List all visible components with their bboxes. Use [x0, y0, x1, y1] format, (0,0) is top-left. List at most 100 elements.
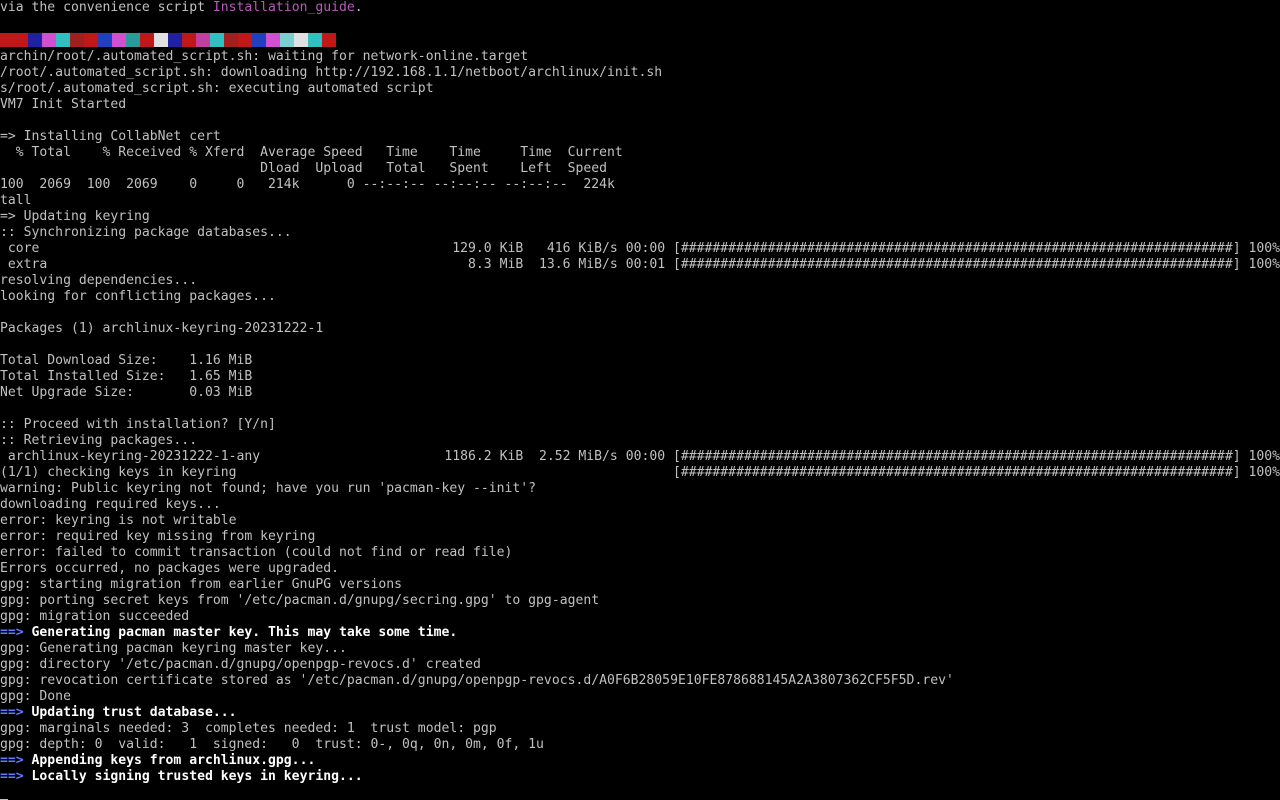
- terminal-line: gpg: migration succeeded: [0, 609, 1280, 625]
- progress-status: 129.0 KiB 416 KiB/s 00:00 [#############…: [452, 241, 1280, 256]
- progress-status: [#######################################…: [673, 465, 1280, 480]
- terminal-line: Dload Upload Total Spent Left Speed: [0, 161, 1280, 177]
- line-text: gpg: Done: [0, 689, 71, 704]
- terminal-line: gpg: marginals needed: 3 completes neede…: [0, 721, 1280, 737]
- banner-block: [154, 33, 168, 47]
- terminal-line: gpg: revocation certificate stored as '/…: [0, 673, 1280, 689]
- arrow-prefix: ==>: [0, 769, 24, 784]
- terminal-line: Total Download Size: 1.16 MiB: [0, 353, 1280, 369]
- line-text: => Installing CollabNet cert: [0, 129, 221, 144]
- line-text: gpg: porting secret keys from '/etc/pacm…: [0, 593, 600, 608]
- line-text: Total Download Size: 1.16 MiB: [0, 353, 253, 368]
- line-text: gpg: migration succeeded: [0, 609, 190, 624]
- line-text: error: required key missing from keyring: [0, 529, 316, 544]
- banner-block: [168, 33, 182, 47]
- line-text: Dload Upload Total Spent Left Speed: [0, 161, 607, 176]
- banner-block: [224, 33, 238, 47]
- banner-block: [196, 33, 210, 47]
- line-text: core: [0, 241, 40, 256]
- banner-block: [42, 33, 56, 47]
- banner-block: [252, 33, 266, 47]
- terminal-line: s/root/.automated_script.sh: executing a…: [0, 81, 1280, 97]
- banner-block: [280, 33, 294, 47]
- line-text: (1/1) checking keys in keyring: [0, 465, 237, 480]
- banner-block: [70, 33, 84, 47]
- terminal-line: % Total % Received % Xferd Average Speed…: [0, 145, 1280, 161]
- banner-block: [294, 33, 308, 47]
- arrow-prefix: ==>: [0, 753, 24, 768]
- banner-block: [84, 33, 98, 47]
- line-text: gpg: starting migration from earlier Gnu…: [0, 577, 403, 592]
- terminal-line: 100 2069 100 2069 0 0 214k 0 --:--:-- --…: [0, 177, 1280, 193]
- terminal-line: archlinux-keyring-20231222-1-any 1186.2 K…: [0, 449, 1280, 465]
- terminal-line: VM7 Init Started: [0, 97, 1280, 113]
- line-text: Total Installed Size: 1.65 MiB: [0, 369, 253, 384]
- terminal-line: [0, 785, 1280, 800]
- progress-status: 8.3 MiB 13.6 MiB/s 00:01 [##############…: [468, 257, 1280, 272]
- line-text: :: Synchronizing package databases...: [0, 225, 292, 240]
- line-text: tall: [0, 193, 32, 208]
- banner-block: [266, 33, 280, 47]
- line-text: Errors occurred, no packages were upgrad…: [0, 561, 339, 576]
- terminal-line: Packages (1) archlinux-keyring-20231222-…: [0, 321, 1280, 337]
- line-text: :: Retrieving packages...: [0, 433, 198, 448]
- line-text: VM7 Init Started: [0, 97, 127, 112]
- terminal-line: ==> Appending keys from archlinux.gpg...: [0, 753, 1280, 769]
- terminal-line: :: Retrieving packages...: [0, 433, 1280, 449]
- banner-block: [182, 33, 196, 47]
- line-text: Packages (1) archlinux-keyring-20231222-…: [0, 321, 324, 336]
- terminal-output[interactable]: via the convenience script Installation_…: [0, 0, 1280, 800]
- terminal-line: error: required key missing from keyring: [0, 529, 1280, 545]
- terminal-line: tall: [0, 193, 1280, 209]
- terminal-line: => Installing CollabNet cert: [0, 129, 1280, 145]
- line-text: extra: [0, 257, 48, 272]
- line-text: s/root/.automated_script.sh: executing a…: [0, 81, 434, 96]
- line-text: % Total % Received % Xferd Average Speed…: [0, 145, 623, 160]
- terminal-line: looking for conflicting packages...: [0, 289, 1280, 305]
- progress-status: 1186.2 KiB 2.52 MiB/s 00:00 [###########…: [444, 449, 1280, 464]
- line-text: gpg: depth: 0 valid: 1 signed: 0 trust: …: [0, 737, 544, 752]
- banner-block: [238, 33, 252, 47]
- terminal-line: downloading required keys...: [0, 497, 1280, 513]
- line-text: Generating pacman master key. This may t…: [23, 625, 458, 640]
- line-text: archin/root/.automated_script.sh: waitin…: [0, 49, 529, 64]
- terminal-line: extra 8.3 MiB 13.6 MiB/s 00:01 [#########…: [0, 257, 1280, 273]
- terminal-line: error: failed to commit transaction (cou…: [0, 545, 1280, 561]
- line-text: gpg: Generating pacman keyring master ke…: [0, 641, 347, 656]
- terminal-line: ==> Generating pacman master key. This m…: [0, 625, 1280, 641]
- terminal-line: gpg: depth: 0 valid: 1 signed: 0 trust: …: [0, 737, 1280, 753]
- color-banner: [0, 33, 1280, 49]
- line-text: Updating trust database...: [23, 705, 237, 720]
- line-text: archlinux-keyring-20231222-1-any: [0, 449, 261, 464]
- line-text: Locally signing trusted keys in keyring.…: [23, 769, 363, 784]
- terminal-line: => Updating keyring: [0, 209, 1280, 225]
- terminal-line: error: keyring is not writable: [0, 513, 1280, 529]
- line-text: looking for conflicting packages...: [0, 289, 276, 304]
- banner-block: [98, 33, 112, 47]
- terminal-line: gpg: Generating pacman keyring master ke…: [0, 641, 1280, 657]
- line-text: downloading required keys...: [0, 497, 221, 512]
- terminal-line: ==> Updating trust database...: [0, 705, 1280, 721]
- terminal-line: :: Synchronizing package databases...: [0, 225, 1280, 241]
- arrow-prefix: ==>: [0, 625, 24, 640]
- terminal-line: gpg: starting migration from earlier Gnu…: [0, 577, 1280, 593]
- line-text: via the convenience script: [0, 0, 213, 15]
- banner-block: [56, 33, 70, 47]
- line-text: Net Upgrade Size: 0.03 MiB: [0, 385, 253, 400]
- line-text: => Updating keyring: [0, 209, 150, 224]
- terminal-line: :: Proceed with installation? [Y/n]: [0, 417, 1280, 433]
- terminal-line: via the convenience script Installation_…: [0, 0, 1280, 16]
- line-text: /root/.automated_script.sh: downloading …: [0, 65, 663, 80]
- line-text: :: Proceed with installation? [Y/n]: [0, 417, 276, 432]
- terminal-line: Errors occurred, no packages were upgrad…: [0, 561, 1280, 577]
- terminal-line: Total Installed Size: 1.65 MiB: [0, 369, 1280, 385]
- installation-guide-link[interactable]: Installation_guide: [213, 0, 355, 15]
- banner-block: [140, 33, 154, 47]
- terminal-line: archin/root/.automated_script.sh: waitin…: [0, 49, 1280, 65]
- line-text: error: failed to commit transaction (cou…: [0, 545, 513, 560]
- line-text: gpg: directory '/etc/pacman.d/gnupg/open…: [0, 657, 481, 672]
- line-text: resolving dependencies...: [0, 273, 198, 288]
